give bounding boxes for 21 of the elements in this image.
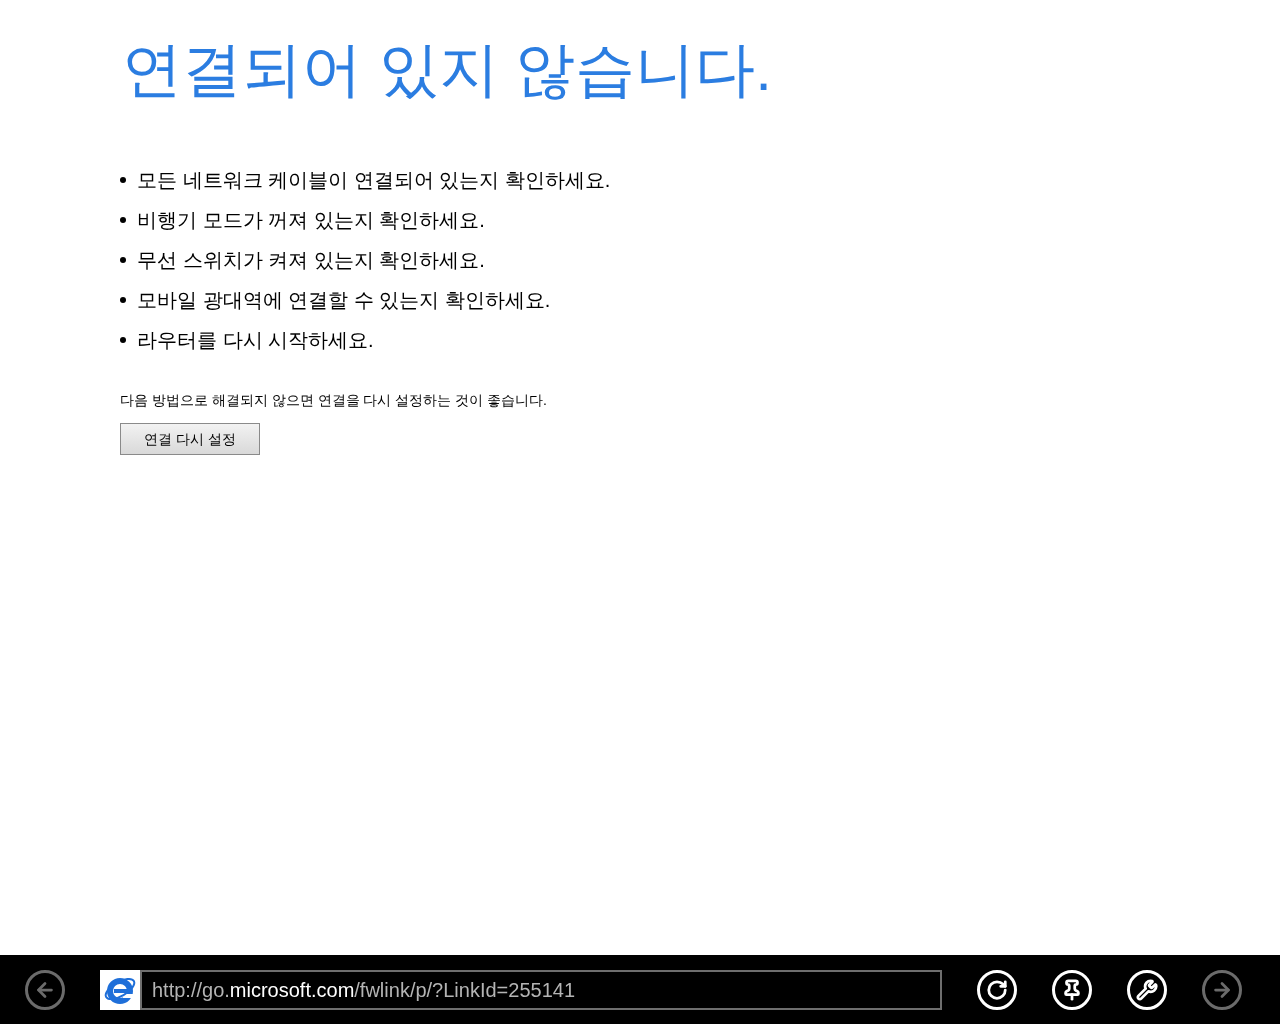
bullet-icon [120,177,126,183]
bullet-icon [120,257,126,263]
tip-text: 무선 스위치가 켜져 있는지 확인하세요. [137,248,485,273]
tip-text: 모바일 광대역에 연결할 수 있는지 확인하세요. [137,288,551,313]
reset-connection-button[interactable]: 연결 다시 설정 [120,423,260,455]
refresh-icon [986,978,1008,1001]
wrench-icon [1136,978,1158,1001]
tip-text: 비행기 모드가 꺼져 있는지 확인하세요. [137,208,485,233]
bullet-icon [120,297,126,303]
page-heading: 연결되어 있지 않습니다. [121,35,773,105]
url-field[interactable]: http://go.microsoft.com/fwlink/p/?LinkId=255141 [140,969,942,1010]
tip-text: 모든 네트워크 케이블이 연결되어 있는지 확인하세요. [137,168,611,193]
tip-text: 라우터를 다시 시작하세요. [137,328,374,353]
pin-icon [1061,978,1083,1001]
refresh-button[interactable] [977,969,1017,1010]
reset-note: 다음 방법으로 해결되지 않으면 연결을 다시 설정하는 것이 좋습니다. [120,391,548,410]
bullet-icon [120,337,126,343]
pin-button[interactable] [1052,969,1092,1010]
bullet-icon [120,217,126,223]
tools-button[interactable] [1127,969,1167,1010]
browser-logo-icon [100,969,140,1010]
